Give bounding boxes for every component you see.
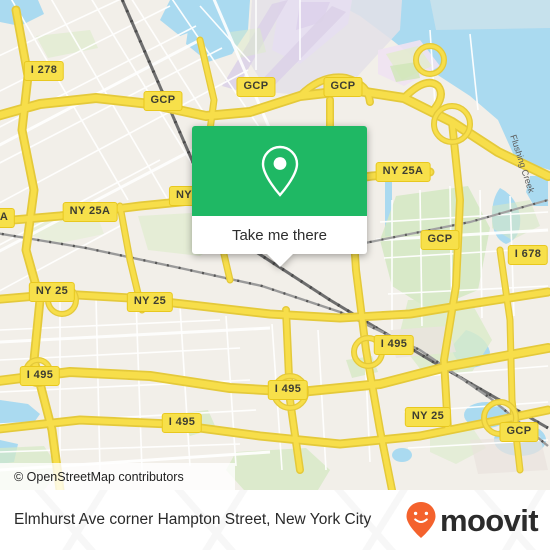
road-shield: A [0,208,16,228]
road-shield: NY 25A [62,202,118,222]
road-shield: GCP [236,77,276,97]
road-shield: GCP [323,77,363,97]
road-shield: I 678 [507,245,549,265]
road-shield: NY 25A [375,162,431,182]
road-shield: I 495 [373,335,415,355]
road-shield: I 495 [19,366,61,386]
map-attribution: © OpenStreetMap contributors [0,463,235,490]
road-shield: GCP [420,230,460,250]
callout-header [192,126,367,216]
road-shield: I 495 [161,413,203,433]
road-shield: GCP [143,91,183,111]
road-shield: I 278 [23,61,65,81]
map-canvas[interactable]: I 278 GCP GCP GCP NY 25A NY 25A NY A GCP I 678 NY … [0,0,550,490]
callout-action-button[interactable]: Take me there [192,216,367,254]
road-shield: NY 25 [404,407,452,427]
location-address-label: Elmhurst Ave corner Hampton Street, New … [14,511,372,528]
map-attribution-text: © OpenStreetMap contributors [14,469,184,484]
moovit-pin-smiley-icon [406,502,436,538]
road-shield: NY 25 [28,282,76,302]
moovit-map-page: I 278 GCP GCP GCP NY 25A NY 25A NY A GCP I 678 NY … [0,0,550,550]
location-callout[interactable]: Take me there [192,126,367,267]
map-pin-icon [261,145,298,197]
moovit-wordmark: moovit [439,502,539,538]
road-shield: NY 25 [126,292,174,312]
moovit-brand-logo[interactable]: moovit [405,501,539,539]
road-shield: I 495 [267,380,309,400]
footer-content: Elmhurst Ave corner Hampton Street, New … [0,490,550,550]
callout-action-label: Take me there [231,226,328,244]
road-shield: GCP [499,422,539,442]
callout-pointer-tail [266,254,293,267]
footer-bar: Elmhurst Ave corner Hampton Street, New … [0,490,550,550]
